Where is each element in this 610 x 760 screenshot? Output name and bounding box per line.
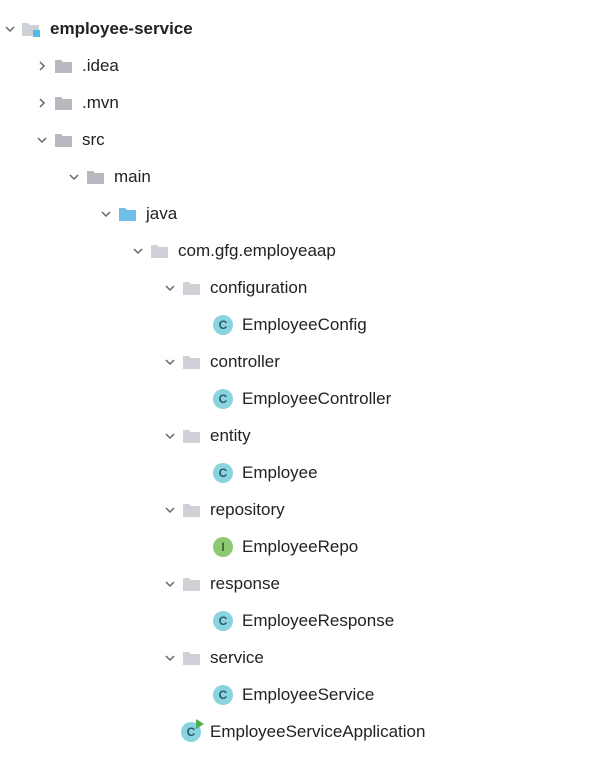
tree-item-employee[interactable]: C Employee [0, 454, 610, 491]
tree-item-entity[interactable]: entity [0, 417, 610, 454]
package-icon [180, 425, 202, 447]
tree-item-service[interactable]: service [0, 639, 610, 676]
tree-label: service [210, 648, 264, 668]
project-tree: employee-service .idea .mvn src main jav… [0, 10, 610, 750]
chevron-down-icon[interactable] [160, 355, 180, 369]
chevron-down-icon[interactable] [32, 133, 52, 147]
tree-item-package[interactable]: com.gfg.employeaap [0, 232, 610, 269]
source-folder-icon [116, 203, 138, 225]
tree-label: EmployeeServiceApplication [210, 722, 425, 742]
class-icon: C [212, 314, 234, 336]
tree-item-controller[interactable]: controller [0, 343, 610, 380]
runnable-class-icon: C [180, 721, 202, 743]
folder-icon [52, 129, 74, 151]
tree-item-response[interactable]: response [0, 565, 610, 602]
tree-label: java [146, 204, 177, 224]
package-icon [180, 647, 202, 669]
tree-label: src [82, 130, 105, 150]
tree-label: .idea [82, 56, 119, 76]
tree-label: EmployeeRepo [242, 537, 358, 557]
chevron-down-icon[interactable] [160, 281, 180, 295]
chevron-down-icon[interactable] [128, 244, 148, 258]
chevron-down-icon[interactable] [64, 170, 84, 184]
class-icon: C [212, 610, 234, 632]
folder-icon [52, 92, 74, 114]
tree-item-employee-service-application[interactable]: C EmployeeServiceApplication [0, 713, 610, 750]
tree-item-employee-config[interactable]: C EmployeeConfig [0, 306, 610, 343]
tree-item-main[interactable]: main [0, 158, 610, 195]
tree-item-src[interactable]: src [0, 121, 610, 158]
tree-label: controller [210, 352, 280, 372]
chevron-down-icon[interactable] [160, 503, 180, 517]
tree-item-configuration[interactable]: configuration [0, 269, 610, 306]
tree-item-employee-repo[interactable]: I EmployeeRepo [0, 528, 610, 565]
tree-item-idea[interactable]: .idea [0, 47, 610, 84]
tree-item-employee-controller[interactable]: C EmployeeController [0, 380, 610, 417]
package-icon [180, 573, 202, 595]
chevron-down-icon[interactable] [96, 207, 116, 221]
tree-label: EmployeeController [242, 389, 391, 409]
package-icon [180, 277, 202, 299]
tree-item-employee-service-class[interactable]: C EmployeeService [0, 676, 610, 713]
class-icon: C [212, 388, 234, 410]
tree-label: entity [210, 426, 251, 446]
module-icon [20, 18, 42, 40]
chevron-right-icon[interactable] [32, 96, 52, 110]
chevron-down-icon[interactable] [160, 651, 180, 665]
class-icon: C [212, 684, 234, 706]
tree-label: employee-service [50, 19, 193, 39]
tree-item-employee-service[interactable]: employee-service [0, 10, 610, 47]
tree-label: response [210, 574, 280, 594]
chevron-down-icon[interactable] [160, 429, 180, 443]
tree-label: main [114, 167, 151, 187]
tree-item-java[interactable]: java [0, 195, 610, 232]
tree-label: .mvn [82, 93, 119, 113]
tree-label: com.gfg.employeaap [178, 241, 336, 261]
tree-label: EmployeeResponse [242, 611, 394, 631]
interface-icon: I [212, 536, 234, 558]
chevron-right-icon[interactable] [32, 59, 52, 73]
tree-item-mvn[interactable]: .mvn [0, 84, 610, 121]
tree-label: EmployeeConfig [242, 315, 367, 335]
tree-item-repository[interactable]: repository [0, 491, 610, 528]
package-icon [148, 240, 170, 262]
package-icon [180, 351, 202, 373]
folder-icon [52, 55, 74, 77]
package-icon [180, 499, 202, 521]
tree-label: repository [210, 500, 285, 520]
tree-label: Employee [242, 463, 318, 483]
chevron-down-icon[interactable] [0, 22, 20, 36]
chevron-down-icon[interactable] [160, 577, 180, 591]
run-badge-icon [196, 719, 204, 729]
tree-label: configuration [210, 278, 307, 298]
folder-icon [84, 166, 106, 188]
tree-item-employee-response[interactable]: C EmployeeResponse [0, 602, 610, 639]
class-icon: C [212, 462, 234, 484]
tree-label: EmployeeService [242, 685, 374, 705]
